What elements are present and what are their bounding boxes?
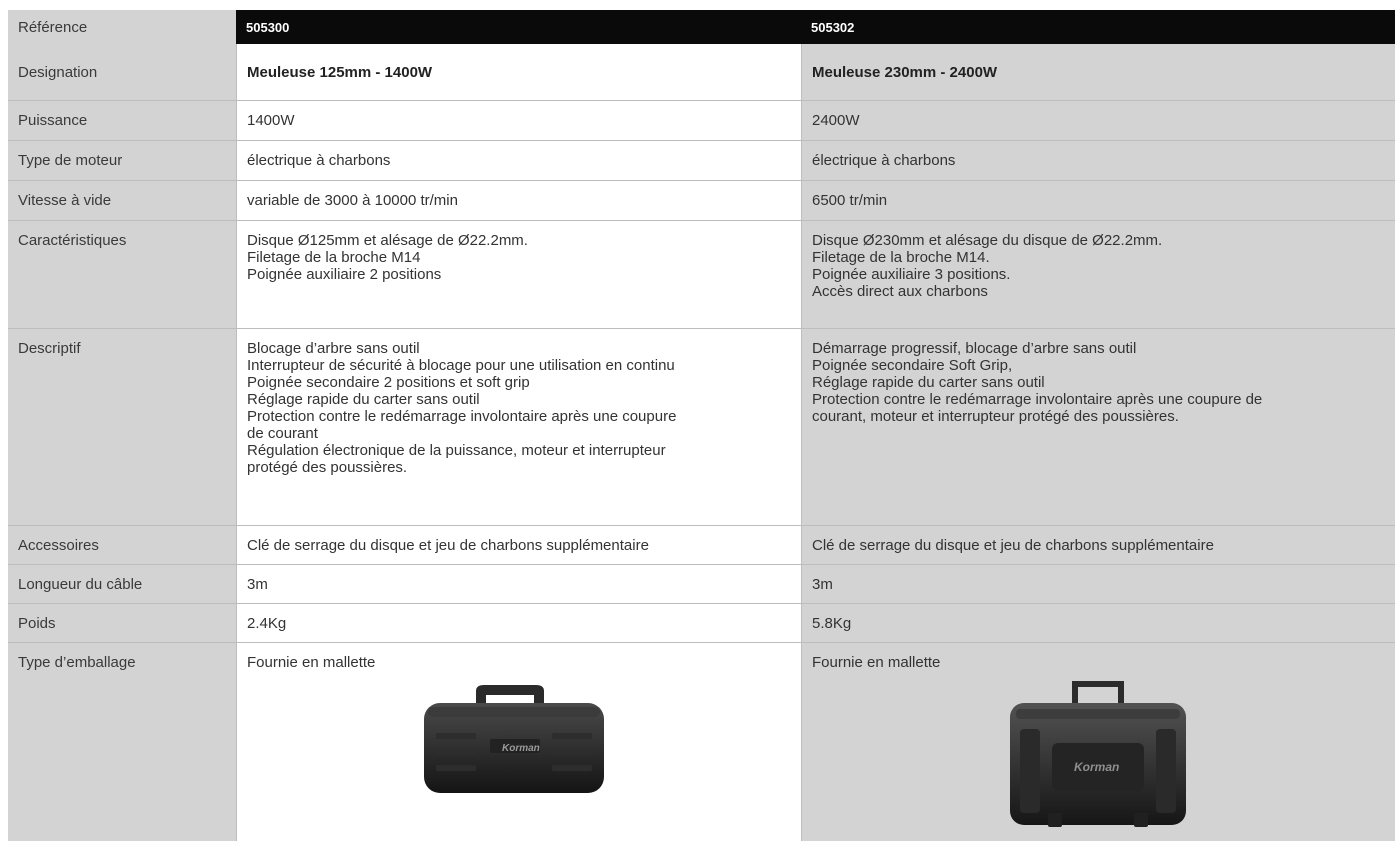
product-2-poids: 5.8Kg xyxy=(801,604,1395,643)
text-line: Interrupteur de sécurité à blocage pour … xyxy=(247,357,675,374)
text-line: Poignée auxiliaire 3 positions. xyxy=(812,266,1011,283)
table-row: Longueur du câble 3m 3m xyxy=(8,565,1395,604)
product-2-designation: Meuleuse 230mm - 2400W xyxy=(801,44,1395,101)
carry-case-image: Korman xyxy=(414,677,791,797)
text-line: Démarrage progressif, blocage d’arbre sa… xyxy=(812,340,1137,357)
text-line: Filetage de la broche M14 xyxy=(247,249,421,266)
text-line: de courant xyxy=(247,425,318,442)
product-1-accessoires: Clé de serrage du disque et jeu de charb… xyxy=(236,526,801,565)
product-2-reference: 505302 xyxy=(801,10,1395,44)
text-line: Réglage rapide du carter sans outil xyxy=(812,374,1045,391)
product-1-moteur: électrique à charbons xyxy=(236,141,801,181)
spec-table: Référence 505300 505302 Designation Meul… xyxy=(8,10,1395,841)
product-2-puissance: 2400W xyxy=(801,101,1395,141)
table-row: Type d’emballage Fournie en mallette Kor… xyxy=(8,643,1395,841)
table-row: Puissance 1400W 2400W xyxy=(8,101,1395,141)
carry-case-image: Korman xyxy=(998,673,1385,833)
product-2-emballage: Fournie en mallette xyxy=(812,654,941,671)
text-line: protégé des poussières. xyxy=(247,459,408,476)
text-line: Accès direct aux charbons xyxy=(812,283,988,300)
text-line: Régulation électronique de la puissance,… xyxy=(247,442,666,459)
text-line: Réglage rapide du carter sans outil xyxy=(247,391,480,408)
text-line: Blocage d’arbre sans outil xyxy=(247,340,420,357)
table-row: Type de moteur électrique à charbons éle… xyxy=(8,141,1395,181)
row-label-vitesse: Vitesse à vide xyxy=(8,181,236,221)
product-2-cable: 3m xyxy=(801,565,1395,604)
product-2-vitesse: 6500 tr/min xyxy=(801,181,1395,221)
product-1-designation: Meuleuse 125mm - 1400W xyxy=(236,44,801,101)
row-label-cable: Longueur du câble xyxy=(8,565,236,604)
text-line: Filetage de la broche M14. xyxy=(812,249,990,266)
product-1-cable: 3m xyxy=(236,565,801,604)
product-2-emballage-cell: Fournie en mallette Korman xyxy=(801,643,1395,841)
text-line: courant, moteur et interrupteur protégé … xyxy=(812,408,1179,425)
text-line: Disque Ø125mm et alésage de Ø22.2mm. xyxy=(247,232,528,249)
table-row: Descriptif Blocage d’arbre sans outil In… xyxy=(8,329,1395,526)
product-1-caracteristiques: Disque Ø125mm et alésage de Ø22.2mm. Fil… xyxy=(236,221,801,329)
product-1-emballage: Fournie en mallette xyxy=(247,654,376,671)
row-label-puissance: Puissance xyxy=(8,101,236,141)
case-brand-logo: Korman xyxy=(1074,760,1120,774)
text-line: Poignée auxiliaire 2 positions xyxy=(247,266,442,283)
product-1-puissance: 1400W xyxy=(236,101,801,141)
text-line: Protection contre le redémarrage involon… xyxy=(812,391,1263,408)
table-row: Poids 2.4Kg 5.8Kg xyxy=(8,604,1395,643)
case-brand-logo: Korman xyxy=(502,743,540,754)
row-label-caracteristiques: Caractéristiques xyxy=(8,221,236,329)
product-1-reference: 505300 xyxy=(236,10,801,44)
table-row: Accessoires Clé de serrage du disque et … xyxy=(8,526,1395,565)
product-2-caracteristiques: Disque Ø230mm et alésage du disque de Ø2… xyxy=(801,221,1395,329)
row-label-moteur: Type de moteur xyxy=(8,141,236,181)
product-2-accessoires: Clé de serrage du disque et jeu de charb… xyxy=(801,526,1395,565)
text-line: Poignée secondaire 2 positions et soft g… xyxy=(247,374,530,391)
text-line: Protection contre le redémarrage involon… xyxy=(247,408,677,425)
table-row: Vitesse à vide variable de 3000 à 10000 … xyxy=(8,181,1395,221)
table-row: Référence 505300 505302 xyxy=(8,10,1395,44)
product-1-descriptif: Blocage d’arbre sans outil Interrupteur … xyxy=(236,329,801,526)
product-2-moteur: électrique à charbons xyxy=(801,141,1395,181)
table-row: Caractéristiques Disque Ø125mm et alésag… xyxy=(8,221,1395,329)
text-line: Disque Ø230mm et alésage du disque de Ø2… xyxy=(812,232,1163,249)
row-label-descriptif: Descriptif xyxy=(8,329,236,526)
product-1-poids: 2.4Kg xyxy=(236,604,801,643)
product-2-descriptif: Démarrage progressif, blocage d’arbre sa… xyxy=(801,329,1395,526)
row-label-designation: Designation xyxy=(8,44,236,101)
row-label-poids: Poids xyxy=(8,604,236,643)
row-label-emballage: Type d’emballage xyxy=(8,643,236,841)
product-1-vitesse: variable de 3000 à 10000 tr/min xyxy=(236,181,801,221)
table-row: Designation Meuleuse 125mm - 1400W Meule… xyxy=(8,44,1395,101)
row-label-accessoires: Accessoires xyxy=(8,526,236,565)
row-label-reference: Référence xyxy=(8,10,236,44)
product-1-emballage-cell: Fournie en mallette Korman xyxy=(236,643,801,841)
text-line: Poignée secondaire Soft Grip, xyxy=(812,357,1013,374)
